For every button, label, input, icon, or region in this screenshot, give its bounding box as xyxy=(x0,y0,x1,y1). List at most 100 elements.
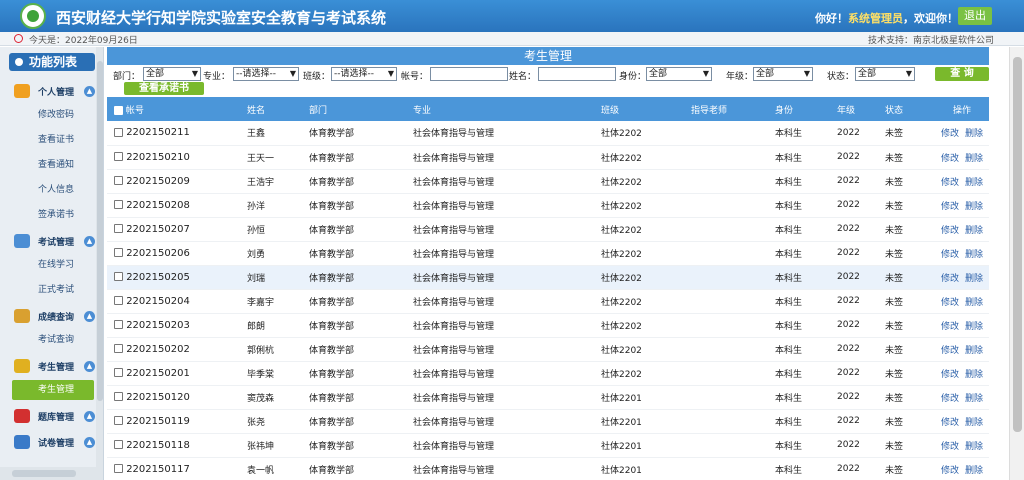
collapse-toggle-icon[interactable]: ▲ xyxy=(84,86,95,97)
table-row[interactable]: 2202150207 孙恒 体育教学部 社会体育指导与管理 社体2202 本科生 2022 未… xyxy=(107,217,989,242)
sidebar-item[interactable]: 在线学习 xyxy=(0,255,96,275)
row-checkbox[interactable] xyxy=(114,152,123,161)
edit-link[interactable]: 修改 xyxy=(941,346,959,356)
sidebar-item[interactable]: 签承诺书 xyxy=(0,205,96,225)
delete-link[interactable]: 删除 xyxy=(965,250,983,260)
cell-grade: 2022 xyxy=(837,145,885,170)
row-checkbox[interactable] xyxy=(114,464,123,473)
delete-link[interactable]: 删除 xyxy=(965,394,983,404)
sidebar-item[interactable]: 考生管理 xyxy=(12,380,94,400)
table-row[interactable]: 2202150118 张祎坤 体育教学部 社会体育指导与管理 社体2201 本科生 2022… xyxy=(107,433,989,458)
sidebar-item[interactable]: 查看证书 xyxy=(0,130,96,150)
sidebar-section-2[interactable]: 成绩查询 ▲ xyxy=(0,305,96,327)
row-checkbox[interactable] xyxy=(114,127,123,137)
edit-link[interactable]: 修改 xyxy=(941,394,959,404)
sidebar-section-3[interactable]: 考生管理 ▲ xyxy=(0,355,96,377)
row-checkbox[interactable] xyxy=(114,200,123,209)
delete-link[interactable]: 删除 xyxy=(965,202,983,212)
dept-select[interactable]: 全部 ▼ xyxy=(143,67,201,81)
sidebar-item[interactable]: 修改密码 xyxy=(0,105,96,125)
sidebar-item[interactable]: 个人信息 xyxy=(0,180,96,200)
page-scrollbar[interactable] xyxy=(1009,47,1024,480)
delete-link[interactable]: 删除 xyxy=(965,298,983,308)
delete-link[interactable]: 删除 xyxy=(965,322,983,332)
name-input[interactable] xyxy=(538,67,616,81)
edit-link[interactable]: 修改 xyxy=(941,418,959,428)
delete-link[interactable]: 删除 xyxy=(965,178,983,188)
table-row[interactable]: 2202150203 郎朗 体育教学部 社会体育指导与管理 社体2202 本科生 2022 未… xyxy=(107,313,989,338)
status-select[interactable]: 全部 ▼ xyxy=(855,67,915,81)
edit-link[interactable]: 修改 xyxy=(941,274,959,284)
table-row[interactable]: 2202150209 王浩宇 体育教学部 社会体育指导与管理 社体2202 本科生 2022… xyxy=(107,169,989,194)
account-text: 2202150207 xyxy=(126,223,190,235)
row-checkbox[interactable] xyxy=(114,272,123,281)
edit-link[interactable]: 修改 xyxy=(941,466,959,476)
delete-link[interactable]: 删除 xyxy=(965,442,983,452)
edit-link[interactable]: 修改 xyxy=(941,129,959,139)
cell-major: 社会体育指导与管理 xyxy=(413,217,601,242)
table-row[interactable]: 2202150208 孙洋 体育教学部 社会体育指导与管理 社体2202 本科生 2022 未… xyxy=(107,193,989,218)
delete-link[interactable]: 删除 xyxy=(965,418,983,428)
row-checkbox[interactable] xyxy=(114,248,123,257)
sidebar-section-0[interactable]: 个人管理 ▲ xyxy=(0,80,96,102)
collapse-toggle-icon[interactable]: ▲ xyxy=(84,311,95,322)
row-checkbox[interactable] xyxy=(114,176,123,185)
edit-link[interactable]: 修改 xyxy=(941,250,959,260)
delete-link[interactable]: 删除 xyxy=(965,466,983,476)
table-row[interactable]: 2202150205 刘瑞 体育教学部 社会体育指导与管理 社体2202 本科生 2022 未… xyxy=(107,265,989,290)
delete-link[interactable]: 删除 xyxy=(965,346,983,356)
edit-link[interactable]: 修改 xyxy=(941,442,959,452)
collapse-toggle-icon[interactable]: ▲ xyxy=(84,236,95,247)
edit-link[interactable]: 修改 xyxy=(941,226,959,236)
table-row[interactable]: 2202150206 刘勇 体育教学部 社会体育指导与管理 社体2202 本科生 2022 未… xyxy=(107,241,989,266)
row-checkbox[interactable] xyxy=(114,344,123,353)
row-checkbox[interactable] xyxy=(114,368,123,377)
row-checkbox[interactable] xyxy=(114,320,123,329)
collapse-toggle-icon[interactable]: ▲ xyxy=(84,361,95,372)
table-row[interactable]: 2202150201 毕季棠 体育教学部 社会体育指导与管理 社体2202 本科生 2022… xyxy=(107,361,989,386)
class-select[interactable]: --请选择-- ▼ xyxy=(331,67,397,81)
edit-link[interactable]: 修改 xyxy=(941,322,959,332)
sidebar-scrollbar[interactable] xyxy=(96,47,103,480)
sidebar-section-4[interactable]: 题库管理 ▲ xyxy=(0,405,96,427)
identity-select[interactable]: 全部 ▼ xyxy=(646,67,712,81)
sidebar-item[interactable]: 正式考试 xyxy=(0,280,96,300)
row-checkbox[interactable] xyxy=(114,440,123,449)
edit-link[interactable]: 修改 xyxy=(941,178,959,188)
table-row[interactable]: 2202150119 张尧 体育教学部 社会体育指导与管理 社体2201 本科生 2022 未… xyxy=(107,409,989,434)
edit-link[interactable]: 修改 xyxy=(941,202,959,212)
logout-button[interactable]: 退出 xyxy=(958,7,992,25)
view-pledge-button[interactable]: 查看承诺书 xyxy=(124,82,204,95)
sidebar-item[interactable]: 查看通知 xyxy=(0,155,96,175)
delete-link[interactable]: 删除 xyxy=(965,129,983,139)
grade-select[interactable]: 全部 ▼ xyxy=(753,67,813,81)
row-checkbox[interactable] xyxy=(114,392,123,401)
delete-link[interactable]: 删除 xyxy=(965,226,983,236)
row-checkbox[interactable] xyxy=(114,296,123,305)
table-row[interactable]: 2202150204 李嘉宇 体育教学部 社会体育指导与管理 社体2202 本科生 2022… xyxy=(107,289,989,314)
search-button[interactable]: 查 询 xyxy=(935,67,989,81)
sidebar-item[interactable]: 考试查询 xyxy=(0,330,96,350)
select-all-checkbox[interactable] xyxy=(114,105,123,115)
delete-link[interactable]: 删除 xyxy=(965,274,983,284)
table-row[interactable]: 2202150120 窦茂森 体育教学部 社会体育指导与管理 社体2201 本科生 2022… xyxy=(107,385,989,410)
table-row[interactable]: 2202150211 王鑫 体育教学部 社会体育指导与管理 社体2202 本科生 2022 未… xyxy=(107,121,989,146)
delete-link[interactable]: 删除 xyxy=(965,154,983,164)
row-checkbox[interactable] xyxy=(114,416,123,425)
account-text: 2202150119 xyxy=(126,415,190,427)
collapse-toggle-icon[interactable]: ▲ xyxy=(84,437,95,448)
table-row[interactable]: 2202150210 王天一 体育教学部 社会体育指导与管理 社体2202 本科生 2022… xyxy=(107,145,989,170)
edit-link[interactable]: 修改 xyxy=(941,154,959,164)
sidebar-section-5[interactable]: 试卷管理 ▲ xyxy=(0,431,96,453)
table-row[interactable]: 2202150202 郭俐杭 体育教学部 社会体育指导与管理 社体2202 本科生 2022… xyxy=(107,337,989,362)
major-select[interactable]: --请选择-- ▼ xyxy=(233,67,299,81)
row-checkbox[interactable] xyxy=(114,224,123,233)
sidebar-section-1[interactable]: 考试管理 ▲ xyxy=(0,230,96,252)
sidebar-hscrollbar[interactable] xyxy=(0,467,96,480)
table-row[interactable]: 2202150117 袁一帆 体育教学部 社会体育指导与管理 社体2201 本科生 2022… xyxy=(107,457,989,480)
collapse-toggle-icon[interactable]: ▲ xyxy=(84,411,95,422)
delete-link[interactable]: 删除 xyxy=(965,370,983,380)
edit-link[interactable]: 修改 xyxy=(941,298,959,308)
account-input[interactable] xyxy=(430,67,508,81)
edit-link[interactable]: 修改 xyxy=(941,370,959,380)
